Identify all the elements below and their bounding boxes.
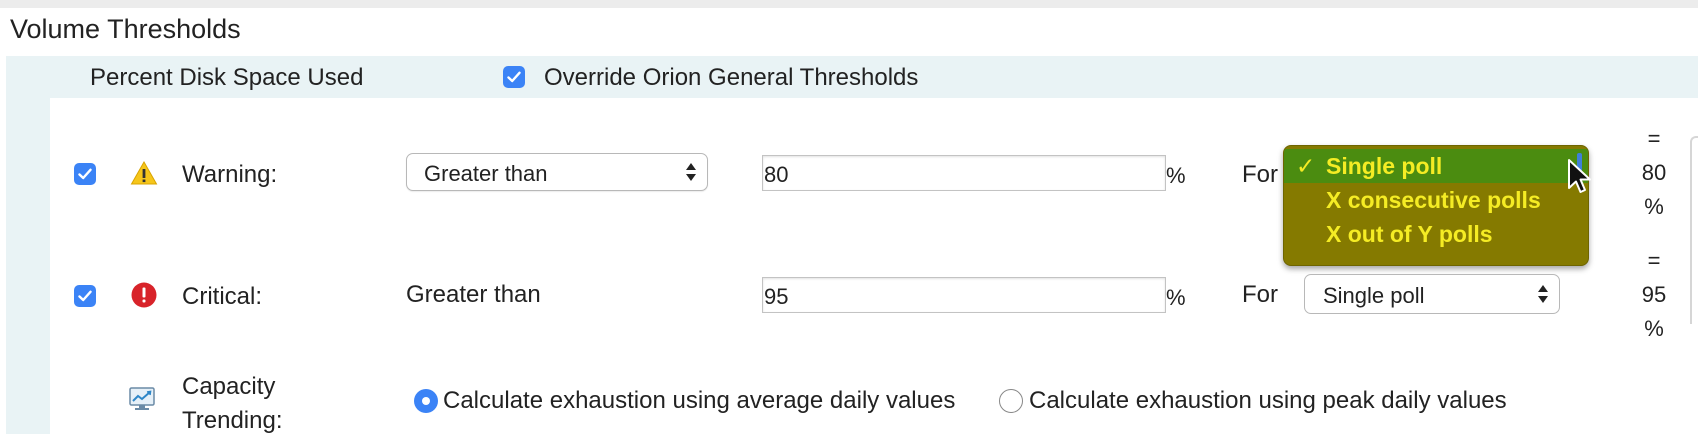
- warning-side-unit: %: [1644, 194, 1664, 219]
- capacity-label-line2: Trending:: [182, 407, 283, 434]
- warning-side-value: 80: [1641, 160, 1667, 185]
- warning-for-label: For: [1242, 161, 1278, 188]
- warning-checkbox[interactable]: [74, 163, 96, 185]
- critical-value-input[interactable]: 95: [762, 277, 1166, 313]
- warning-side-equals: =: [1647, 126, 1661, 151]
- trend-chart-icon: [128, 386, 156, 417]
- capacity-label-line1: Capacity: [182, 373, 276, 400]
- critical-label: Critical:: [182, 283, 263, 310]
- warning-value-input[interactable]: 80: [762, 155, 1166, 191]
- critical-side-unit: %: [1644, 316, 1664, 341]
- metric-label: Percent Disk Space Used: [90, 64, 364, 91]
- select-arrows-icon: [686, 163, 696, 181]
- dropdown-option-consecutive-polls[interactable]: X consecutive polls: [1284, 183, 1588, 217]
- average-daily-label[interactable]: Calculate exhaustion using average daily…: [443, 387, 955, 415]
- dropdown-option-x-out-of-y-polls[interactable]: X out of Y polls: [1284, 217, 1588, 251]
- warning-triangle-icon: [130, 160, 158, 191]
- critical-checkbox[interactable]: [74, 285, 96, 307]
- select-arrows-icon: [1538, 285, 1548, 303]
- warning-operator-select[interactable]: Greater than: [406, 153, 708, 191]
- critical-side-equals: =: [1647, 248, 1661, 273]
- selected-check-icon: ✓: [1296, 153, 1316, 179]
- dropdown-option-single-poll[interactable]: ✓ Single poll: [1284, 149, 1588, 183]
- average-daily-radio[interactable]: [414, 389, 438, 413]
- dropdown-option-label: Single poll: [1326, 153, 1443, 179]
- checkmark-icon: [78, 290, 92, 302]
- warning-operator-value: Greater than: [424, 161, 548, 186]
- dropdown-option-label: X consecutive polls: [1326, 187, 1541, 213]
- override-label[interactable]: Override Orion General Thresholds: [544, 64, 918, 92]
- critical-exclamation-icon: [130, 281, 158, 314]
- critical-poll-select[interactable]: Single poll: [1304, 274, 1560, 314]
- dropdown-option-label: X out of Y polls: [1326, 221, 1493, 247]
- critical-for-label: For: [1242, 281, 1278, 308]
- mouse-pointer-icon: [1568, 159, 1591, 193]
- critical-poll-value: Single poll: [1323, 283, 1425, 308]
- critical-side-value: 95: [1641, 282, 1667, 307]
- top-bar: [0, 0, 1698, 8]
- critical-unit: %: [1166, 285, 1186, 310]
- warning-unit: %: [1166, 163, 1186, 188]
- critical-operator: Greater than: [406, 281, 541, 308]
- warning-poll-dropdown[interactable]: ✓ Single poll X consecutive polls X out …: [1283, 145, 1589, 266]
- peak-daily-label[interactable]: Calculate exhaustion using peak daily va…: [1029, 387, 1507, 415]
- section-title: Volume Thresholds: [10, 14, 241, 44]
- warning-label: Warning:: [182, 161, 278, 188]
- capacity-trending-label: Capacity Trending:: [182, 370, 283, 438]
- side-divider: [1690, 136, 1698, 324]
- checkmark-icon: [507, 71, 521, 83]
- peak-daily-radio[interactable]: [999, 389, 1023, 413]
- checkmark-icon: [78, 168, 92, 180]
- override-checkbox[interactable]: [503, 66, 525, 88]
